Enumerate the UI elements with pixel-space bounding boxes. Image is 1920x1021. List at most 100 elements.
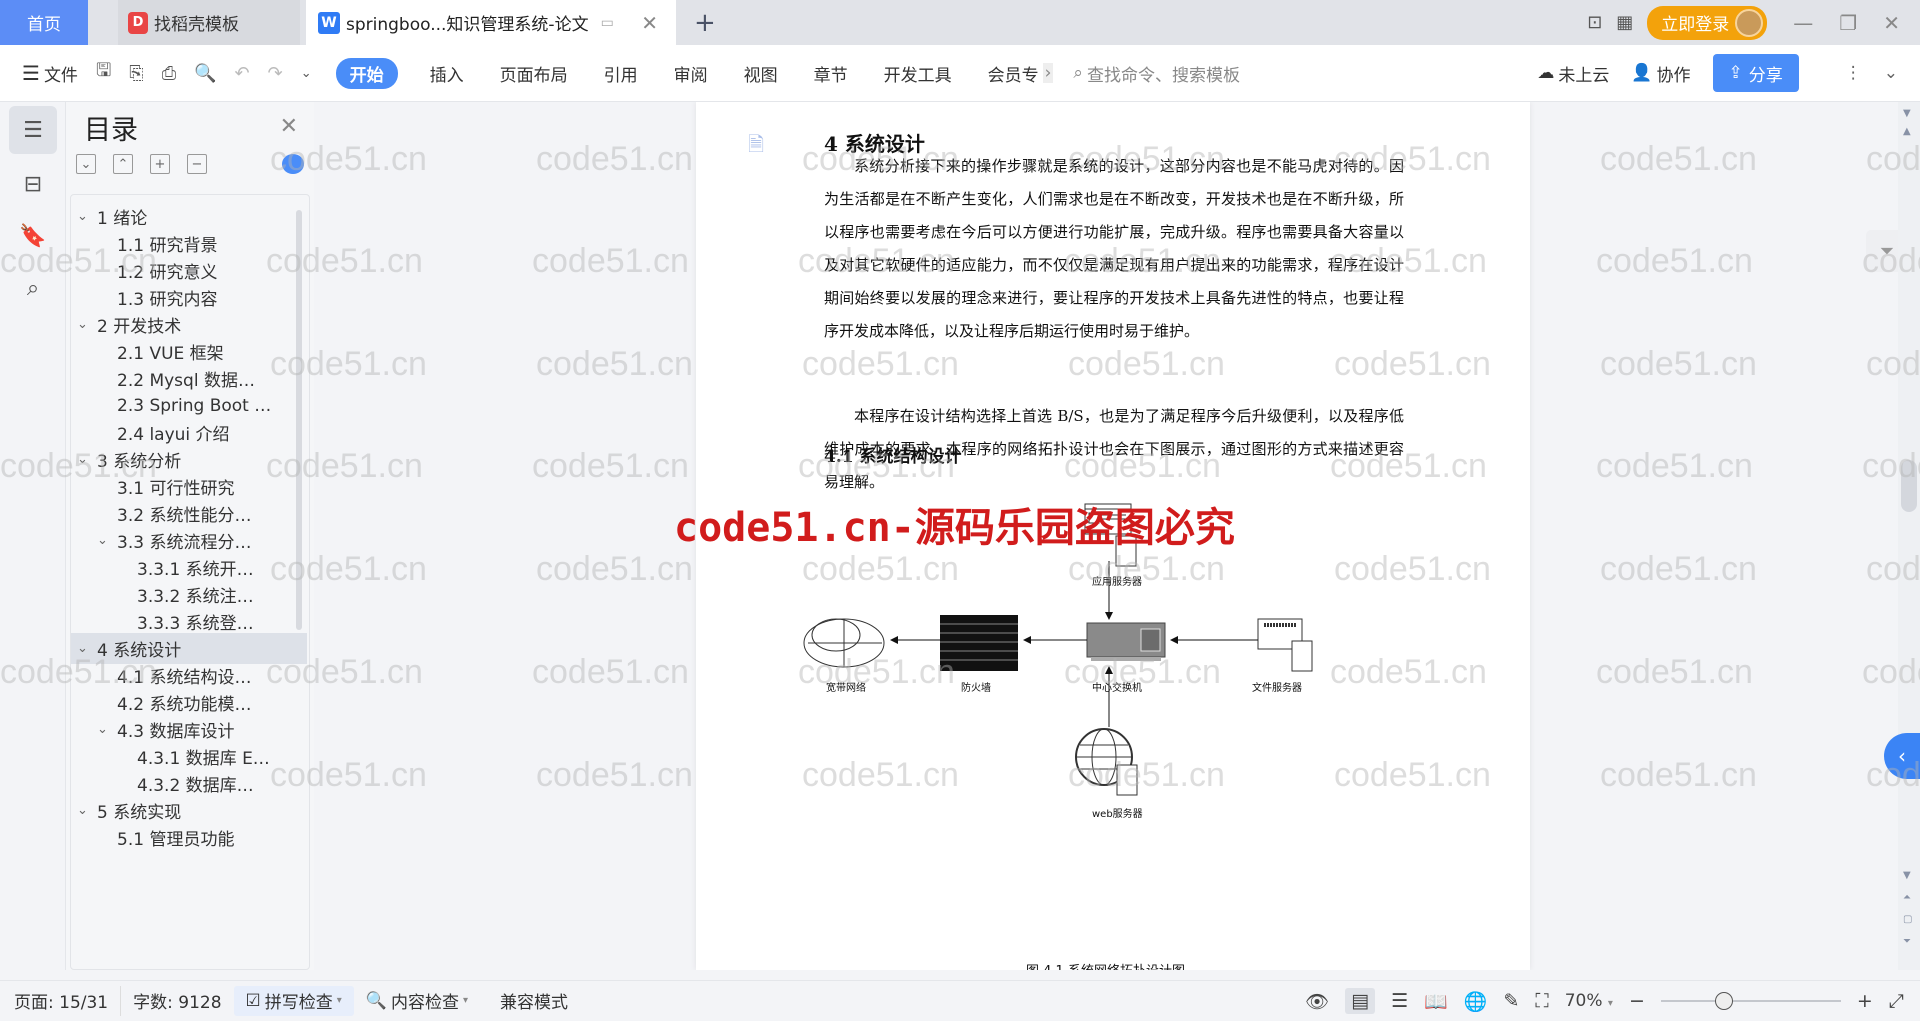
toc-item-label: 3.3.2 系统注…	[137, 587, 254, 607]
add-user-icon: 👤	[1631, 63, 1653, 83]
toc-item-label: 1.1 研究背景	[117, 236, 218, 256]
eye-protection-icon[interactable]: 👁	[1305, 990, 1329, 1013]
undo-icon[interactable]: ↶	[235, 63, 250, 84]
label-switch: 中心交换机	[1092, 683, 1142, 694]
toc-scrollbar[interactable]	[296, 210, 302, 630]
spell-check-button[interactable]: ☑ 拼写检查 ▾	[233, 985, 354, 1016]
tab-document[interactable]: W springboo...知识管理系统-论文 ▭ ✕	[306, 0, 676, 45]
file-menu[interactable]: ☰ 文件	[22, 61, 78, 86]
docer-icon: D	[128, 11, 148, 34]
search-panel-icon[interactable]: ⌕	[9, 264, 57, 312]
fit-page-icon[interactable]: ⛶	[1535, 990, 1548, 1012]
prev-page-icon[interactable]: ⏶	[1903, 892, 1911, 903]
redo-icon[interactable]: ↷	[268, 63, 283, 84]
toc-item-label: 4.3.1 数据库 E…	[137, 749, 270, 769]
fullscreen-icon[interactable]: ⤢	[1889, 990, 1904, 1012]
export-icon[interactable]: ⎘	[129, 63, 143, 84]
menu-home[interactable]: 开始	[335, 57, 398, 89]
close-tab-icon[interactable]: ✕	[641, 11, 658, 35]
menu-developer[interactable]: 开发工具	[884, 61, 952, 86]
menu-view[interactable]: 视图	[744, 61, 778, 86]
collapse-up-icon[interactable]: ⌃	[113, 154, 133, 174]
print-preview-icon[interactable]: 🔍	[194, 63, 216, 84]
remove-level-icon[interactable]: −	[187, 154, 207, 174]
select-browse-icon[interactable]: ▢	[1903, 914, 1912, 925]
zoom-level[interactable]: 70% ▾	[1565, 991, 1613, 1011]
toc-item-label: 1 绪论	[97, 209, 148, 229]
watermark-overlay: code51.cn-源码乐园盗图必究	[674, 505, 1235, 551]
expand-down-icon[interactable]: ⌄	[76, 154, 96, 174]
share-button[interactable]: ⇪ 分享	[1712, 54, 1799, 92]
zoom-slider-knob[interactable]	[1714, 992, 1733, 1010]
reading-layout-icon[interactable]: ⊡	[1587, 12, 1602, 33]
title-bar: 首页 D 找稻壳模板 W springboo...知识管理系统-论文 ▭ ✕ +…	[0, 0, 1920, 45]
save-icon[interactable]: 🖫	[96, 58, 111, 88]
toc-item-label: 4.3.2 数据库…	[137, 776, 254, 796]
compat-mode: 兼容模式	[500, 993, 569, 1013]
new-tab-button[interactable]: +	[694, 8, 716, 38]
page-indicator[interactable]: 页面: 15/31	[2, 985, 122, 1016]
tab-docer-templates[interactable]: D 找稻壳模板	[118, 0, 300, 45]
chevron-down-icon[interactable]: ⌄	[77, 641, 97, 656]
next-page-icon[interactable]: ⏷	[1903, 936, 1911, 947]
zoom-slider[interactable]	[1660, 991, 1841, 1011]
scroll-down-icon[interactable]: ▼	[1903, 870, 1911, 881]
scroll-up-icon[interactable]: ▲	[1903, 126, 1911, 137]
menu-references[interactable]: 引用	[604, 61, 638, 86]
scroll-top-icon[interactable]: ▼	[1903, 108, 1911, 119]
label-broadband: 宽带网络	[826, 683, 866, 694]
minimize-icon[interactable]: —	[1793, 11, 1813, 35]
menu-member[interactable]: 会员专	[988, 61, 1039, 86]
reading-view-icon[interactable]: 📖	[1424, 990, 1448, 1013]
chevron-down-icon[interactable]: ⌄	[97, 533, 117, 548]
menu-review[interactable]: 审阅	[674, 61, 708, 86]
scroll-thumb[interactable]	[1901, 460, 1917, 512]
page-format-icon[interactable]: 🗎	[748, 130, 764, 164]
ai-assistant-icon[interactable]	[282, 154, 304, 174]
collaborate-button[interactable]: 👤 协作	[1631, 61, 1690, 86]
label-app-server: 应用服务器	[1092, 577, 1142, 588]
menu-scroll-right-icon[interactable]: ›	[1042, 63, 1054, 83]
bookmark-icon[interactable]: 🔖	[9, 212, 57, 260]
chevron-down-icon[interactable]: ⌄	[77, 452, 97, 467]
ribbon-toolbar: ☰ 文件 🖫 ⎘ ⎙ 🔍 ↶ ↷ ⌄ 开始 插入 页面布局 引用 审阅 视图 章…	[0, 45, 1920, 102]
apps-grid-icon[interactable]: ▦	[1616, 12, 1633, 33]
chevron-down-icon[interactable]: ⌄	[77, 209, 97, 224]
command-search[interactable]: ⌕ 查找命令、搜索模板	[1073, 61, 1240, 86]
more-options-icon[interactable]: ⋮	[1845, 63, 1862, 83]
print-icon[interactable]: ⎙	[162, 63, 176, 84]
login-button[interactable]: 立即登录	[1647, 5, 1768, 40]
zoom-out-icon[interactable]: −	[1629, 990, 1645, 1012]
toc-item-label: 2.1 VUE 框架	[117, 344, 224, 364]
toc-item-label: 2 开发技术	[97, 317, 182, 337]
zoom-in-icon[interactable]: +	[1857, 990, 1873, 1012]
tab-home[interactable]: 首页	[0, 0, 88, 45]
collapse-ribbon-icon[interactable]: ⌄	[1884, 63, 1898, 83]
chevron-down-icon[interactable]: ⌄	[97, 722, 117, 737]
restore-icon[interactable]: ❐	[1839, 11, 1857, 35]
menu-page-layout[interactable]: 页面布局	[500, 61, 568, 86]
web-view-icon[interactable]: 🌐	[1464, 990, 1488, 1013]
menu-insert[interactable]: 插入	[430, 61, 464, 86]
vertical-scrollbar[interactable]: ▼ ▲ ▼ ⏶ ▢ ⏷	[1898, 102, 1920, 970]
navigation-icon[interactable]: ⊟	[9, 160, 57, 208]
toc-item[interactable]: 5.1 管理员功能	[71, 822, 307, 853]
content-check-button[interactable]: 🔍 内容检查 ▾	[354, 986, 480, 1016]
cloud-status[interactable]: ☁ 未上云	[1537, 61, 1609, 86]
menu-section[interactable]: 章节	[814, 61, 848, 86]
close-icon[interactable]: ✕	[280, 114, 298, 139]
close-window-icon[interactable]: ✕	[1883, 11, 1900, 35]
dropdown-icon: ▾	[336, 995, 342, 1006]
write-mode-icon[interactable]: ✎	[1503, 990, 1519, 1012]
word-count[interactable]: 字数: 9128	[121, 986, 233, 1016]
spell-check-icon: ☑	[245, 990, 261, 1011]
more-dropdown-icon[interactable]: ⌄	[301, 66, 312, 81]
toc-item-label: 1.2 研究意义	[117, 263, 218, 283]
toc-panel-icon[interactable]: ☰	[9, 106, 57, 154]
search-icon: ⌕	[1073, 63, 1083, 83]
chevron-down-icon[interactable]: ⌄	[77, 317, 97, 332]
chevron-down-icon[interactable]: ⌄	[77, 803, 97, 818]
outline-view-icon[interactable]: ☰	[1391, 990, 1408, 1012]
page-view-icon[interactable]: ▤	[1345, 988, 1376, 1014]
add-level-icon[interactable]: +	[150, 154, 170, 174]
